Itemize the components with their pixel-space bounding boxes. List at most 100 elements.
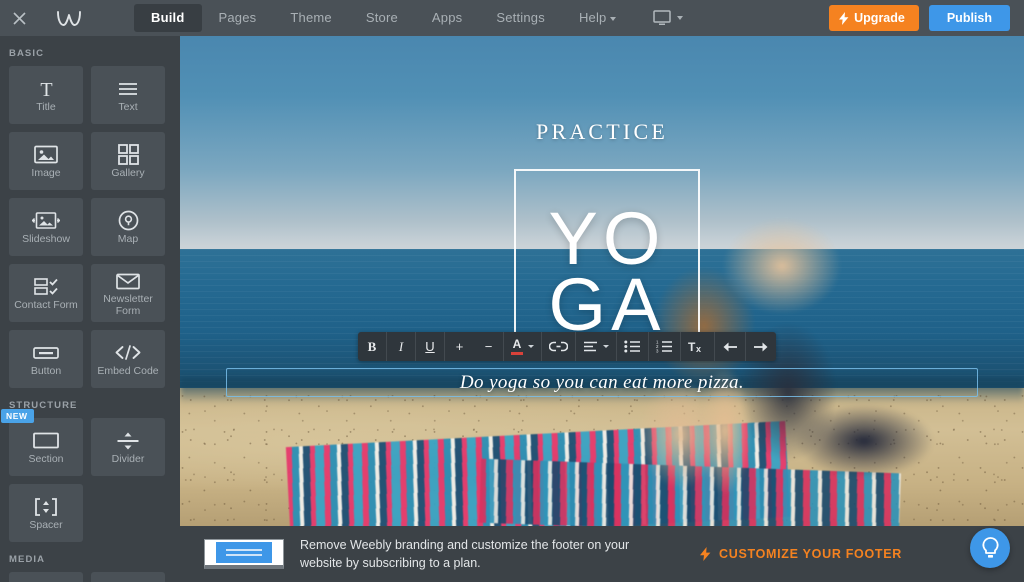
clear-formatting-button[interactable]: T x xyxy=(681,332,715,361)
element-sidebar: BASIC T Title Text Image Gallery Slidesh… xyxy=(0,36,180,582)
tab-settings[interactable]: Settings xyxy=(479,4,562,32)
envelope-icon xyxy=(116,269,140,293)
sidebar-item-slideshow[interactable]: Slideshow xyxy=(9,198,83,256)
sidebar-item-image-label: Image xyxy=(31,166,61,179)
italic-button[interactable]: I xyxy=(387,332,416,361)
decrease-font-size-button[interactable]: − xyxy=(474,332,503,361)
chevron-down-icon xyxy=(603,345,609,348)
lightbulb-icon xyxy=(981,537,999,558)
image-icon xyxy=(34,143,58,167)
sidebar-item-text[interactable]: Text xyxy=(91,66,165,124)
svg-text:T: T xyxy=(688,340,696,353)
sidebar-grid-basic: T Title Text Image Gallery Slideshow Map… xyxy=(0,66,180,388)
hero-title[interactable]: YO GA xyxy=(516,202,698,346)
sidebar-item-newsletter-form-label: Newsletter Form xyxy=(103,293,153,317)
redo-button[interactable] xyxy=(746,332,776,361)
sidebar-item-contact-form[interactable]: Contact Form xyxy=(9,264,83,322)
chevron-down-icon xyxy=(677,16,684,20)
align-left-icon xyxy=(584,341,597,351)
top-bar-actions: Upgrade Publish xyxy=(829,5,1024,31)
title-T-icon: T xyxy=(36,77,57,101)
tab-pages[interactable]: Pages xyxy=(202,4,274,32)
close-icon[interactable] xyxy=(0,0,38,36)
sidebar-grid-structure: NEW Section Divider Spacer xyxy=(0,409,180,542)
section-rectangle-icon xyxy=(33,429,59,453)
sidebar-item-embed-code-label: Embed Code xyxy=(97,364,159,377)
lightning-bolt-icon xyxy=(700,547,711,561)
upgrade-button[interactable]: Upgrade xyxy=(829,5,919,31)
sidebar-item-media-2[interactable] xyxy=(91,572,165,582)
sidebar-grid-media xyxy=(0,572,180,582)
customize-footer-label: CUSTOMIZE YOUR FOOTER xyxy=(719,547,902,561)
sidebar-item-button-label: Button xyxy=(30,364,62,377)
button-icon xyxy=(33,341,59,365)
sidebar-item-divider[interactable]: Divider xyxy=(91,418,165,476)
text-color-button[interactable]: A xyxy=(504,332,542,361)
sidebar-item-button[interactable]: Button xyxy=(9,330,83,388)
underline-button[interactable]: U xyxy=(416,332,445,361)
main-nav: Build Pages Theme Store Apps Settings He… xyxy=(134,0,684,36)
hero-title-line-2: GA xyxy=(548,263,666,346)
tab-store-label: Store xyxy=(365,10,398,25)
yoga-figure-arm xyxy=(670,336,780,526)
svg-text:3: 3 xyxy=(656,349,659,353)
sidebar-item-embed-code[interactable]: Embed Code xyxy=(91,330,165,388)
hero-eyebrow[interactable]: PRACTICE xyxy=(180,119,1024,145)
help-lightbulb-button[interactable] xyxy=(970,528,1010,568)
increase-font-size-button[interactable]: + xyxy=(445,332,474,361)
publish-button-label: Publish xyxy=(946,11,992,25)
sidebar-item-text-label: Text xyxy=(118,100,138,113)
sidebar-item-spacer-label: Spacer xyxy=(29,518,63,531)
page-canvas[interactable]: PRACTICE YO GA B I U + − A 1 2 3 T x Do … xyxy=(180,36,1024,526)
sidebar-item-gallery[interactable]: Gallery xyxy=(91,132,165,190)
sidebar-item-map-label: Map xyxy=(117,232,139,245)
bold-button[interactable]: B xyxy=(358,332,387,361)
sidebar-item-map[interactable]: Map xyxy=(91,198,165,256)
sidebar-item-image[interactable]: Image xyxy=(9,132,83,190)
map-pin-icon xyxy=(118,209,139,233)
customize-footer-button[interactable]: CUSTOMIZE YOUR FOOTER xyxy=(700,547,902,561)
tab-build-label: Build xyxy=(151,10,185,25)
sidebar-item-divider-label: Divider xyxy=(111,452,145,465)
undo-arrow-icon xyxy=(723,342,737,351)
tab-help[interactable]: Help xyxy=(562,4,634,32)
text-color-letter: A xyxy=(512,337,522,352)
footer-banner-message: Remove Weebly branding and customize the… xyxy=(300,538,630,570)
upgrade-button-label: Upgrade xyxy=(854,11,905,25)
sidebar-item-gallery-label: Gallery xyxy=(111,166,145,179)
sidebar-item-newsletter-form[interactable]: Newsletter Form xyxy=(91,264,165,322)
sidebar-item-title[interactable]: T Title xyxy=(9,66,83,124)
tab-store[interactable]: Store xyxy=(349,4,415,32)
footer-preview-thumbnail xyxy=(204,539,284,569)
tagline-text: Do yoga so you can eat more pizza. xyxy=(459,371,745,393)
link-button[interactable] xyxy=(542,332,576,361)
sidebar-item-spacer[interactable]: Spacer xyxy=(9,484,83,542)
numbered-list-icon: 1 2 3 xyxy=(656,340,672,353)
sidebar-item-slideshow-label: Slideshow xyxy=(22,232,70,245)
numbered-list-button[interactable]: 1 2 3 xyxy=(649,332,681,361)
link-chain-icon xyxy=(549,341,568,352)
tab-apps[interactable]: Apps xyxy=(415,4,479,32)
weebly-logo-icon[interactable] xyxy=(38,0,100,36)
sidebar-item-title-label: Title xyxy=(36,100,56,113)
publish-button[interactable]: Publish xyxy=(928,5,1010,31)
text-color-swatch-icon: A xyxy=(511,338,523,355)
undo-button[interactable] xyxy=(715,332,746,361)
align-button[interactable] xyxy=(576,332,617,361)
sidebar-item-media-1[interactable] xyxy=(9,572,83,582)
sidebar-item-section[interactable]: NEW Section xyxy=(1,409,83,476)
tagline-text-element[interactable]: Do yoga so you can eat more pizza. xyxy=(226,368,978,397)
gallery-grid-icon xyxy=(117,143,139,167)
rich-text-toolbar: B I U + − A 1 2 3 T x xyxy=(358,332,776,361)
bullet-list-icon xyxy=(624,340,640,353)
svg-text:T: T xyxy=(40,79,52,99)
tab-theme[interactable]: Theme xyxy=(273,4,348,32)
device-preview-selector[interactable] xyxy=(653,10,684,26)
chevron-down-icon xyxy=(528,345,534,348)
tab-pages-label: Pages xyxy=(218,10,257,25)
slideshow-icon xyxy=(32,209,60,233)
bullet-list-button[interactable] xyxy=(617,332,649,361)
spacer-icon xyxy=(34,495,58,519)
tab-build[interactable]: Build xyxy=(134,4,202,32)
text-lines-icon xyxy=(117,77,139,101)
